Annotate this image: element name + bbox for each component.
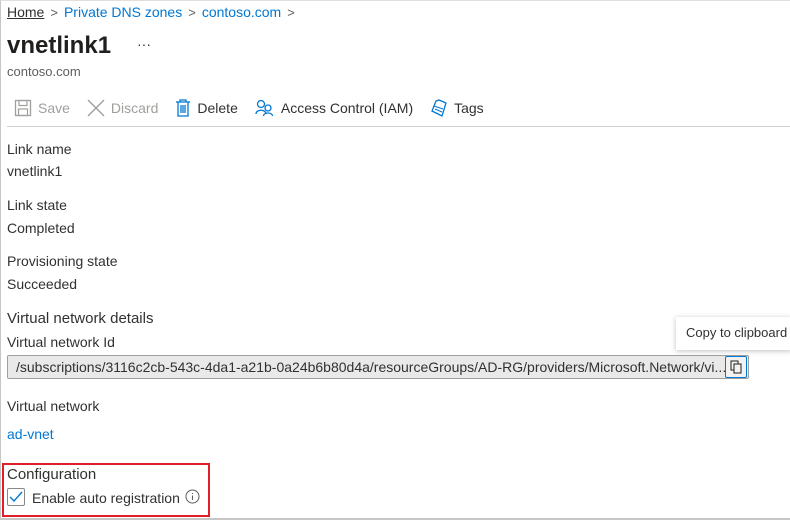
breadcrumb-contoso[interactable]: contoso.com — [202, 4, 281, 20]
save-button[interactable]: Save — [14, 99, 70, 117]
auto-registration-label: Enable auto registration — [32, 490, 180, 506]
chevron-right-icon: > — [188, 4, 196, 20]
info-icon[interactable] — [185, 489, 200, 507]
tags-button[interactable]: Tags — [430, 99, 484, 117]
delete-label: Delete — [197, 100, 238, 116]
link-state-value: Completed — [7, 220, 75, 236]
provisioning-state-value: Succeeded — [7, 276, 78, 292]
more-options-button[interactable]: ··· — [137, 36, 151, 52]
delete-button[interactable]: Delete — [175, 99, 238, 117]
save-label: Save — [38, 100, 70, 116]
tags-label: Tags — [454, 100, 484, 116]
window-frame — [0, 0, 790, 520]
virtual-network-label: Virtual network — [7, 398, 100, 414]
breadcrumb-private-dns-zones[interactable]: Private DNS zones — [64, 4, 182, 20]
discard-button[interactable]: Discard — [87, 99, 158, 117]
link-state-label: Link state — [7, 197, 67, 213]
trash-icon — [176, 99, 191, 117]
breadcrumb-home[interactable]: Home — [7, 4, 44, 20]
copy-tooltip: Copy to clipboard — [676, 317, 790, 350]
page-title: vnetlink1 — [7, 32, 112, 59]
copy-to-clipboard-button[interactable] — [725, 356, 747, 378]
page-subtitle: contoso.com — [7, 64, 81, 79]
access-control-label: Access Control (IAM) — [280, 100, 414, 116]
close-icon — [87, 99, 105, 117]
discard-label: Discard — [110, 100, 159, 116]
breadcrumb: Home > Private DNS zones > contoso.com > — [7, 4, 295, 20]
chevron-right-icon: > — [50, 4, 58, 20]
virtual-network-details-heading: Virtual network details — [7, 310, 154, 327]
provisioning-state-label: Provisioning state — [7, 253, 118, 269]
configuration-heading: Configuration — [7, 466, 97, 483]
people-icon — [255, 99, 274, 117]
virtual-network-link[interactable]: ad-vnet — [7, 426, 54, 442]
copy-icon — [730, 360, 742, 374]
link-name-label: Link name — [7, 141, 72, 157]
virtual-network-id-field[interactable]: /subscriptions/3116c2cb-543c-4da1-a21b-0… — [7, 355, 749, 379]
toolbar: Save Discard Delete Access Control (IAM)… — [14, 99, 501, 117]
checkmark-icon — [9, 491, 23, 503]
chevron-right-icon: > — [287, 4, 295, 20]
tag-icon — [431, 99, 447, 117]
virtual-network-id-label: Virtual network Id — [7, 334, 115, 350]
save-icon — [14, 99, 32, 117]
access-control-button[interactable]: Access Control (IAM) — [255, 99, 413, 117]
auto-registration-checkbox[interactable] — [7, 488, 25, 506]
toolbar-divider — [7, 126, 790, 127]
link-name-value: vnetlink1 — [7, 163, 63, 179]
